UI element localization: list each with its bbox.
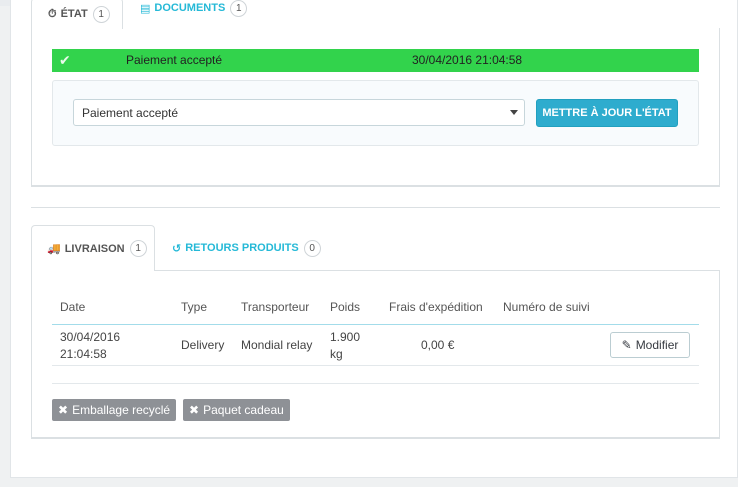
truck-icon: 🚚: [47, 243, 61, 255]
clock-icon: ⏱: [48, 7, 57, 20]
status-update-form: Paiement accepté METTRE À JOUR L'ÉTAT: [52, 80, 699, 146]
undo-icon: ↺: [172, 242, 182, 255]
check-icon: ✔: [59, 52, 71, 68]
cell-weight: 1.900: [330, 330, 361, 344]
cell-date: 30/04/2016: [60, 330, 121, 344]
cell-cost: 0,00 €: [421, 338, 455, 352]
cell-carrier: Mondial relay: [241, 338, 313, 352]
tab-status[interactable]: ⏱ ÉTAT 1: [31, 0, 123, 29]
current-status-row: ✔ Paiement accepté 30/04/2016 21:04:58: [52, 49, 699, 72]
pencil-icon: ✎: [621, 338, 632, 352]
row-divider: [52, 365, 699, 366]
tab-returns-label: RETOURS PRODUITS: [185, 242, 299, 254]
current-status-date: 30/04/2016 21:04:58: [412, 53, 523, 67]
cell-time: 21:04:58: [60, 347, 107, 361]
chevron-down-icon: [510, 110, 518, 115]
tab-documents-label: DOCUMENTS: [154, 2, 226, 14]
column-header: Type: [181, 300, 208, 314]
column-header: Date: [60, 300, 86, 314]
cell-type: Delivery: [181, 338, 225, 352]
edit-shipping-button[interactable]: ✎ Modifier: [610, 332, 690, 358]
column-header: Poids: [330, 300, 361, 314]
tag-label: Paquet cadeau: [203, 403, 284, 417]
tab-documents[interactable]: ▤ DOCUMENTS 1: [140, 0, 248, 18]
cell-weight-unit: kg: [330, 347, 343, 361]
tab-returns-count: 0: [303, 239, 321, 257]
tab-returns[interactable]: ↺ RETOURS PRODUITS 0: [172, 238, 321, 258]
tab-shipping-label: LIVRAISON: [64, 242, 125, 255]
tab-status-count: 1: [92, 5, 110, 23]
times-icon: ✖: [189, 403, 200, 417]
update-status-button[interactable]: METTRE À JOUR L'ÉTAT: [536, 99, 678, 127]
column-header: Numéro de suivi: [503, 300, 590, 314]
tag-recycled-packaging: ✖ Emballage recyclé: [52, 399, 177, 421]
tab-documents-count: 1: [230, 0, 248, 17]
current-status-label: Paiement accepté: [126, 53, 223, 67]
table-header-line: [52, 324, 699, 325]
status-select-value: Paiement accepté: [82, 105, 179, 120]
column-header: Frais d'expédition: [389, 300, 483, 314]
section-divider: [31, 207, 720, 208]
status-select[interactable]: Paiement accepté: [73, 99, 525, 126]
file-icon: ▤: [140, 2, 151, 15]
tag-label: Emballage recyclé: [72, 403, 171, 417]
tab-shipping-count: 1: [129, 240, 147, 257]
edit-shipping-label: Modifier: [635, 338, 679, 352]
times-icon: ✖: [58, 403, 69, 417]
section-divider-inner: [52, 383, 699, 384]
tab-status-label: ÉTAT: [60, 8, 88, 20]
tag-gift-wrap: ✖ Paquet cadeau: [183, 399, 290, 421]
column-header: Transporteur: [241, 300, 310, 314]
tab-shipping[interactable]: 🚚 LIVRAISON 1: [31, 225, 155, 271]
